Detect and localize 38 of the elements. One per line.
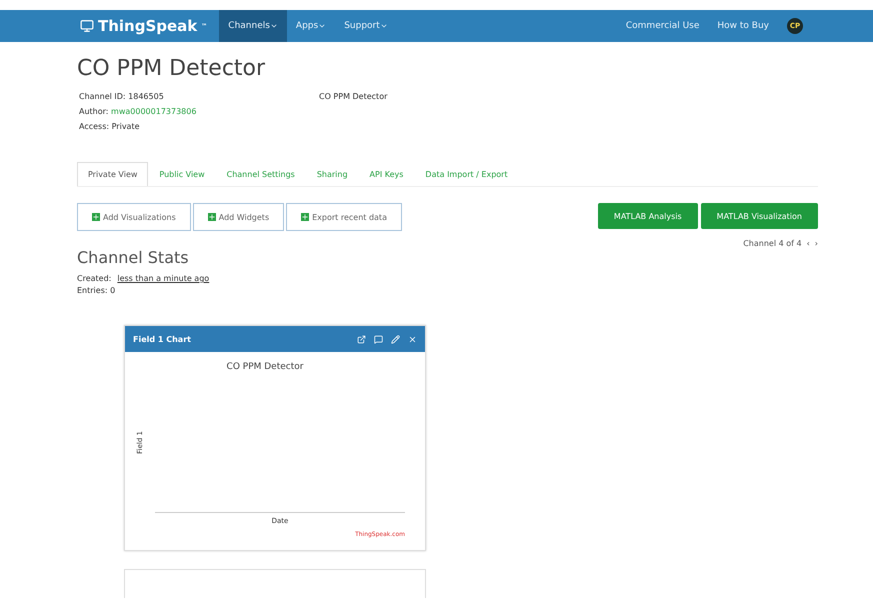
external-link-icon[interactable]: [357, 334, 366, 344]
caret-icon: [380, 22, 388, 30]
action-button[interactable]: Add Widgets: [192, 203, 284, 231]
comment-icon[interactable]: [374, 334, 383, 344]
matlab-button[interactable]: MATLAB Analysis: [598, 203, 698, 229]
nav-menu[interactable]: Apps: [286, 10, 336, 42]
stats-heading: Channel Stats: [77, 248, 190, 267]
author-link[interactable]: mwa0000017373806: [111, 107, 196, 116]
matlab-button[interactable]: MATLAB Visualization: [700, 203, 818, 229]
action-button[interactable]: Add Visualizations: [77, 203, 191, 231]
caret-icon: [270, 22, 278, 30]
created-label: Created:: [77, 273, 112, 285]
channel-title: CO PPM Detector: [77, 56, 266, 81]
card-title: Field 1 Chart: [133, 334, 191, 344]
brand-logo[interactable]: ThingSpeak $^{™}$: [80, 17, 208, 35]
monitor-icon: [80, 19, 94, 33]
nav-link[interactable]: Commercial Use: [626, 21, 700, 31]
plus-icon: [301, 213, 310, 221]
action-button[interactable]: Export recent data: [286, 203, 402, 231]
chart-title: CO PPM Detector: [226, 362, 304, 372]
channel-access: Access: Private: [79, 121, 141, 133]
nav-menu[interactable]: Support: [335, 10, 397, 42]
plus-icon: [92, 213, 100, 221]
channel-author: Author: mwa0000017373806: [79, 106, 198, 118]
channel-description: CO PPM Detector: [319, 91, 388, 103]
nav-menu[interactable]: Channels: [219, 10, 287, 42]
entries-count: Entries: 0: [77, 285, 116, 297]
created-value: less than a minute ago: [117, 273, 210, 285]
channel-id: Channel ID: 1846505: [79, 91, 165, 103]
channel-pager: Channel 4 of 4: [743, 239, 802, 248]
plus-icon: [208, 213, 216, 221]
pencil-icon[interactable]: [391, 334, 400, 344]
caret-icon: [318, 22, 326, 30]
next-link[interactable]: ›: [814, 239, 818, 248]
view-tab[interactable]: Private View: [77, 162, 148, 186]
nav-link[interactable]: How to Buy: [717, 21, 769, 31]
close-icon[interactable]: [408, 334, 417, 344]
prev-link[interactable]: ‹: [806, 239, 810, 248]
